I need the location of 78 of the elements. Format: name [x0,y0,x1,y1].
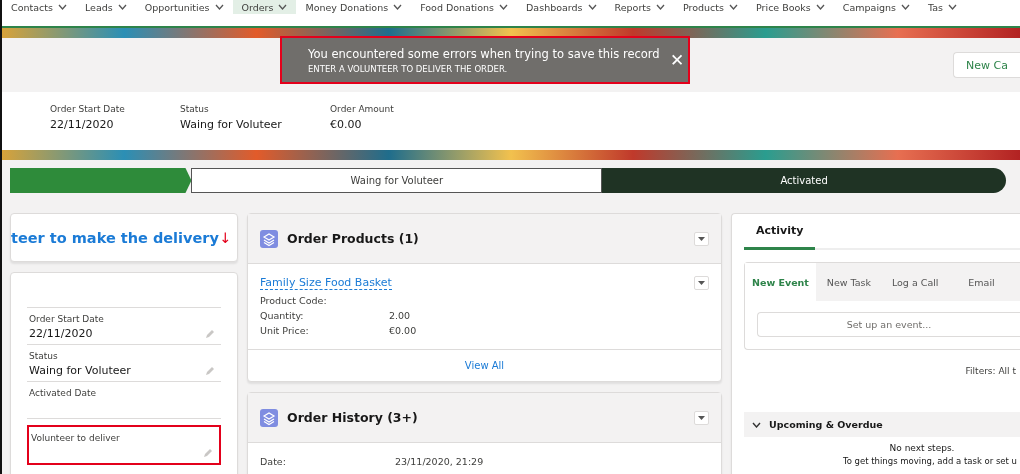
publisher-tab[interactable]: Log a Call [881,263,949,301]
field-value: 2.00 [389,309,412,323]
chevron-down-icon [729,4,739,10]
field-value: Waing for Voluteer [180,118,283,131]
field-label: Order Start Date [29,314,105,324]
chevron-down-icon [656,4,665,10]
dropdown-button[interactable] [694,276,709,290]
chevron-down-icon [214,4,224,10]
field-label: Unit Price: [260,324,310,338]
nav-tab[interactable]: Reports [605,0,674,14]
field-label: Activated Date [29,388,97,398]
nav-tab[interactable]: Dashboards [517,0,606,14]
product-link[interactable]: Family Size Food Basket [260,276,392,290]
field-label: Product Code: [260,294,328,308]
publisher-tab[interactable]: New Event [745,263,816,301]
chevron-down-icon [117,4,127,10]
dropdown-button[interactable] [694,231,709,246]
field-value: €0.00 [389,324,418,338]
nav-tab[interactable]: Orders [232,0,297,14]
caret-down-icon [698,281,705,285]
nav-tab[interactable]: Products [674,0,748,14]
field-label: Quantity: [260,309,305,323]
path-stage[interactable]: Waing for Voluteer [191,168,603,193]
section-header[interactable]: Upcoming & Overdue [744,412,1020,437]
publisher-tab[interactable]: New Task [815,263,882,301]
pencil-icon[interactable] [205,366,215,376]
event-input[interactable]: Set up an event... [757,312,1020,337]
chevron-down-icon [948,4,958,10]
stack-icon [260,229,278,248]
field-label: Date: [260,455,287,469]
pencil-icon[interactable] [203,448,213,458]
field-value: 22/11/2020 [50,118,115,131]
new-button[interactable]: New Ca [953,52,1020,78]
notice-text: teer to make the delivery↓ [11,228,233,248]
nav-tab[interactable]: Price Books [747,0,834,14]
chevron-down-icon [752,421,761,428]
nav-tab[interactable]: Tas [919,0,967,14]
empty-text: No next steps. [888,442,956,455]
stack-icon [260,408,278,427]
hint-text: To get things moving, add a task or set u [841,455,1018,468]
field-value: 22/11/2020 [29,327,93,340]
field-label: Status [29,351,59,361]
chevron-down-icon [499,4,509,10]
filters-text: Filters: All t [964,366,1016,376]
section-title: Upcoming & Overdue [769,419,883,430]
field-label: Order Amount [330,104,395,114]
nav-tab[interactable]: Leads [75,0,136,14]
card-title: Order History (3+) [287,410,419,425]
toast-message: ENTER A VOLUNTEER TO DELIVER THE ORDER. [308,63,509,74]
toast-title: You encountered some errors when trying to save this record [308,46,660,61]
activity-tab[interactable]: Activity [744,214,816,250]
chevron-down-icon [587,4,597,10]
chevron-down-icon [901,4,911,10]
nav-tab[interactable]: Food Donations [411,0,518,14]
field-value: Waing for Voluteer [29,364,131,377]
caret-down-icon [698,415,705,420]
chevron-down-icon [393,4,403,10]
chevron-down-icon [57,4,67,10]
nav-tab[interactable]: Money Donations [296,0,412,14]
path-stage[interactable] [10,168,192,193]
nav-tab[interactable]: Contacts [2,0,76,14]
view-all-link[interactable]: View All [464,360,505,371]
nav-tab[interactable]: Campaigns [833,0,920,14]
caret-down-icon [698,236,705,241]
close-button[interactable]: ✕ [669,49,684,71]
path-stage[interactable]: Activated [602,168,1006,193]
field-label: Order Start Date [50,104,126,114]
chevron-down-icon [278,4,288,10]
field-value: €0.00 [330,118,363,131]
publisher-tab[interactable]: Email [948,263,1015,301]
field-label: Volunteer to deliver [31,433,121,443]
card-title: Order Products (1) [287,231,420,246]
nav-tab[interactable]: Opportunities [135,0,233,14]
field-label: Status [180,104,210,114]
field-value: 23/11/2020, 21:29 [395,455,485,469]
dropdown-button[interactable] [694,410,709,425]
chevron-down-icon [815,4,825,10]
pencil-icon[interactable] [205,329,215,339]
